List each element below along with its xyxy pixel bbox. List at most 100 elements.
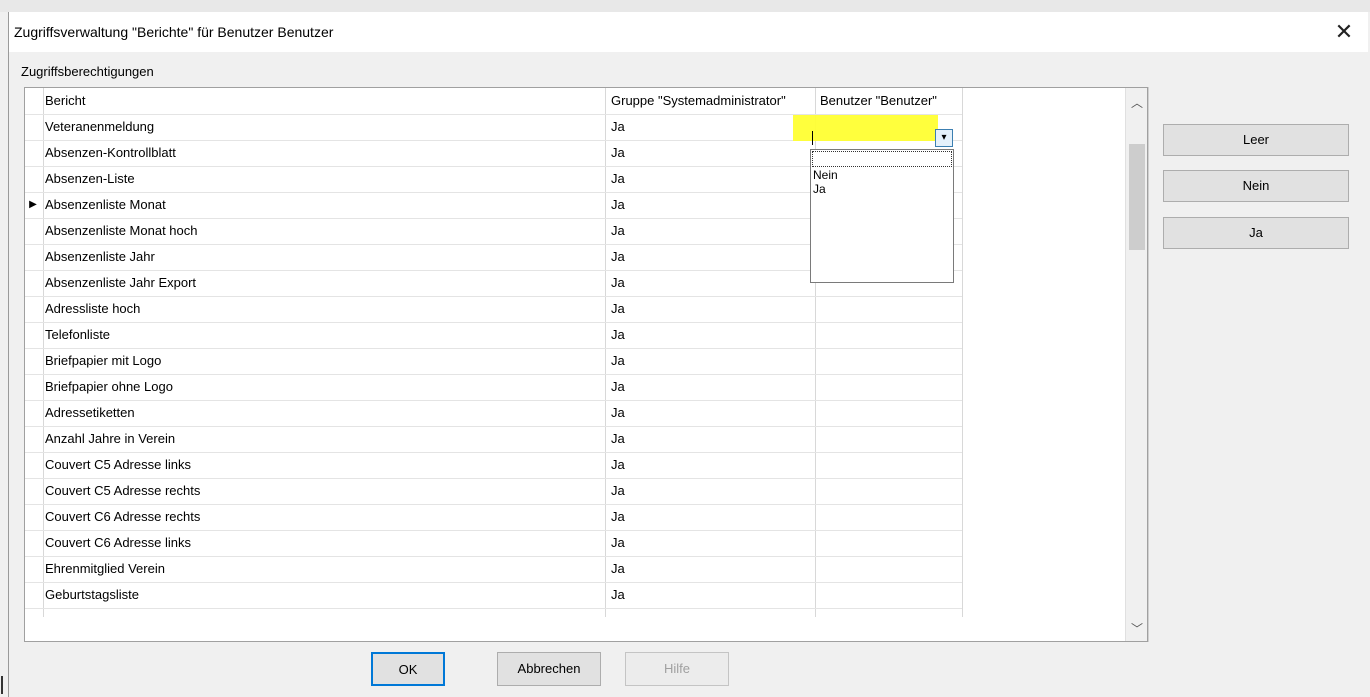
help-button[interactable]: Hilfe [625, 652, 729, 686]
user-permission-cell[interactable] [816, 322, 965, 348]
row-indicator[interactable] [25, 114, 41, 140]
table-row[interactable]: Couvert C6 Adresse links Ja [25, 530, 965, 556]
report-name-cell[interactable]: Veteranenmeldung [43, 114, 605, 140]
table-row[interactable]: Ehrenmitglied Verein Ja [25, 556, 965, 582]
column-header-user[interactable]: Benutzer "Benutzer" [816, 88, 965, 114]
user-permission-cell[interactable] [816, 478, 965, 504]
group-permission-cell[interactable]: Ja [607, 426, 817, 452]
table-row[interactable]: Geburtstagsliste Ja [25, 582, 965, 608]
table-row[interactable]: Couvert C5 Adresse rechts Ja [25, 478, 965, 504]
report-name-cell[interactable]: Absenzenliste Jahr [43, 244, 605, 270]
row-indicator[interactable] [25, 140, 41, 166]
report-name-cell[interactable]: Telefonliste [43, 322, 605, 348]
group-permission-cell[interactable]: Ja [607, 322, 817, 348]
user-permission-cell[interactable] [816, 504, 965, 530]
row-indicator[interactable] [25, 426, 41, 452]
table-row[interactable]: Briefpapier mit Logo Ja [25, 348, 965, 374]
group-permission-cell[interactable]: Ja [607, 400, 817, 426]
group-permission-cell[interactable]: Ja [607, 114, 817, 140]
group-permission-cell[interactable]: Ja [607, 348, 817, 374]
row-indicator[interactable] [25, 504, 41, 530]
group-permission-cell[interactable]: Ja [607, 530, 817, 556]
nein-button[interactable]: Nein [1163, 170, 1349, 202]
report-name-cell[interactable]: Anzahl Jahre in Verein [43, 426, 605, 452]
scrollbar-thumb[interactable] [1129, 144, 1145, 250]
dropdown-option-nein[interactable]: Nein [811, 168, 953, 182]
report-name-cell[interactable]: Couvert C5 Adresse rechts [43, 478, 605, 504]
report-name-cell[interactable]: Couvert C6 Adresse links [43, 530, 605, 556]
group-permission-cell[interactable]: Ja [607, 166, 817, 192]
user-permission-cell[interactable] [816, 348, 965, 374]
row-indicator[interactable] [25, 166, 41, 192]
report-name-cell[interactable]: Couvert C6 Adresse rechts [43, 504, 605, 530]
table-row[interactable]: Couvert C5 Adresse links Ja [25, 452, 965, 478]
report-name-cell[interactable]: Adressetiketten [43, 400, 605, 426]
table-row[interactable]: Adressetiketten Ja [25, 400, 965, 426]
row-indicator[interactable] [25, 530, 41, 556]
group-permission-cell[interactable]: Ja [607, 296, 817, 322]
user-permission-cell[interactable] [816, 530, 965, 556]
permissions-grid[interactable]: Bericht Gruppe "Systemadministrator" Ben… [24, 87, 1148, 642]
report-name-cell[interactable]: Absenzenliste Monat [43, 192, 605, 218]
user-permission-cell[interactable] [816, 452, 965, 478]
column-header-report[interactable]: Bericht [43, 88, 605, 114]
table-row[interactable]: Couvert C6 Adresse rechts Ja [25, 504, 965, 530]
column-header-group[interactable]: Gruppe "Systemadministrator" [607, 88, 817, 114]
row-indicator[interactable] [25, 270, 41, 296]
report-name-cell[interactable]: Couvert C5 Adresse links [43, 452, 605, 478]
row-indicator[interactable] [25, 400, 41, 426]
ja-button[interactable]: Ja [1163, 217, 1349, 249]
current-row-indicator-icon[interactable]: ▶ [25, 192, 41, 218]
group-permission-cell[interactable]: Ja [607, 218, 817, 244]
chevron-down-icon[interactable]: ▾ [935, 129, 953, 147]
scroll-down-icon[interactable]: ﹀ [1126, 618, 1147, 640]
table-row[interactable]: Anzahl Jahre in Verein Ja [25, 426, 965, 452]
user-permission-cell[interactable] [816, 374, 965, 400]
group-permission-cell[interactable]: Ja [607, 452, 817, 478]
group-permission-cell[interactable]: Ja [607, 582, 817, 608]
report-name-cell[interactable]: Absenzenliste Monat hoch [43, 218, 605, 244]
group-permission-cell[interactable]: Ja [607, 140, 817, 166]
user-permission-cell[interactable] [816, 426, 965, 452]
group-permission-cell[interactable]: Ja [607, 478, 817, 504]
row-indicator[interactable] [25, 582, 41, 608]
table-row[interactable]: Briefpapier ohne Logo Ja [25, 374, 965, 400]
report-name-cell[interactable]: Absenzen-Liste [43, 166, 605, 192]
combo-dropdown-list[interactable]: Nein Ja [810, 149, 954, 283]
scroll-up-icon[interactable]: ︿ [1126, 92, 1147, 114]
user-permission-cell[interactable] [816, 582, 965, 608]
report-name-cell[interactable]: Briefpapier ohne Logo [43, 374, 605, 400]
report-name-cell[interactable]: Geburtstagsliste [43, 582, 605, 608]
group-permission-cell[interactable]: Ja [607, 556, 817, 582]
row-indicator[interactable] [25, 452, 41, 478]
row-indicator[interactable] [25, 218, 41, 244]
dropdown-option-empty[interactable] [812, 151, 952, 167]
close-icon[interactable]: ✕ [1330, 18, 1358, 46]
user-permission-cell[interactable] [816, 556, 965, 582]
ok-button[interactable]: OK [371, 652, 445, 686]
report-name-cell[interactable]: Adressliste hoch [43, 296, 605, 322]
group-permission-cell[interactable]: Ja [607, 244, 817, 270]
report-name-cell[interactable]: Absenzen-Kontrollblatt [43, 140, 605, 166]
report-name-cell[interactable]: Absenzenliste Jahr Export [43, 270, 605, 296]
cancel-button[interactable]: Abbrechen [497, 652, 601, 686]
row-indicator[interactable] [25, 374, 41, 400]
row-indicator[interactable] [25, 244, 41, 270]
table-row[interactable]: Adressliste hoch Ja [25, 296, 965, 322]
report-name-cell[interactable]: Ehrenmitglied Verein [43, 556, 605, 582]
group-permission-cell[interactable]: Ja [607, 192, 817, 218]
user-permission-cell[interactable] [816, 296, 965, 322]
report-name-cell[interactable]: Briefpapier mit Logo [43, 348, 605, 374]
group-permission-cell[interactable]: Ja [607, 504, 817, 530]
dropdown-option-ja[interactable]: Ja [811, 182, 953, 196]
row-indicator[interactable] [25, 296, 41, 322]
row-indicator[interactable] [25, 348, 41, 374]
leer-button[interactable]: Leer [1163, 124, 1349, 156]
group-permission-cell[interactable]: Ja [607, 374, 817, 400]
row-indicator[interactable] [25, 478, 41, 504]
row-indicator[interactable] [25, 322, 41, 348]
user-permission-cell[interactable] [816, 400, 965, 426]
table-row[interactable]: Telefonliste Ja [25, 322, 965, 348]
group-permission-cell[interactable]: Ja [607, 270, 817, 296]
vertical-scrollbar[interactable]: ︿ ﹀ [1125, 88, 1147, 641]
